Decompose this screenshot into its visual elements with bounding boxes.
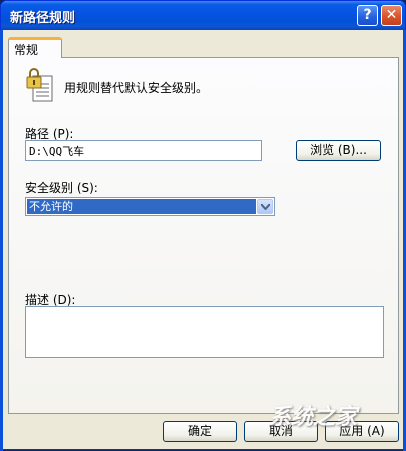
watermark-logo: 系统之家	[269, 405, 358, 430]
dialog-window: 新路径规则 ? ✕ 常规 用规则替代默认安全级别。 路径 (P): D:\QQ飞…	[0, 0, 406, 451]
window-title: 新路径规则	[10, 11, 76, 26]
path-input[interactable]: D:\QQ飞车	[25, 140, 262, 161]
title-bar[interactable]: 新路径规则 ? ✕	[1, 1, 405, 30]
browse-button[interactable]: 浏览 (B)...	[296, 140, 381, 161]
tab-panel-general	[8, 57, 399, 414]
rule-description-text: 用规则替代默认安全级别。	[64, 81, 209, 95]
security-level-value: 不允许的	[27, 199, 256, 214]
security-level-label: 安全级别 (S):	[25, 181, 98, 195]
tab-general[interactable]: 常规	[8, 37, 62, 58]
window-border-left	[0, 30, 3, 451]
description-textarea[interactable]	[25, 306, 384, 358]
chevron-down-icon[interactable]	[257, 199, 273, 214]
help-button[interactable]: ?	[357, 5, 378, 26]
lock-document-icon	[26, 68, 53, 102]
ok-button[interactable]: 确定	[163, 421, 237, 442]
security-level-select[interactable]: 不允许的	[25, 197, 275, 216]
close-button[interactable]: ✕	[381, 5, 402, 26]
